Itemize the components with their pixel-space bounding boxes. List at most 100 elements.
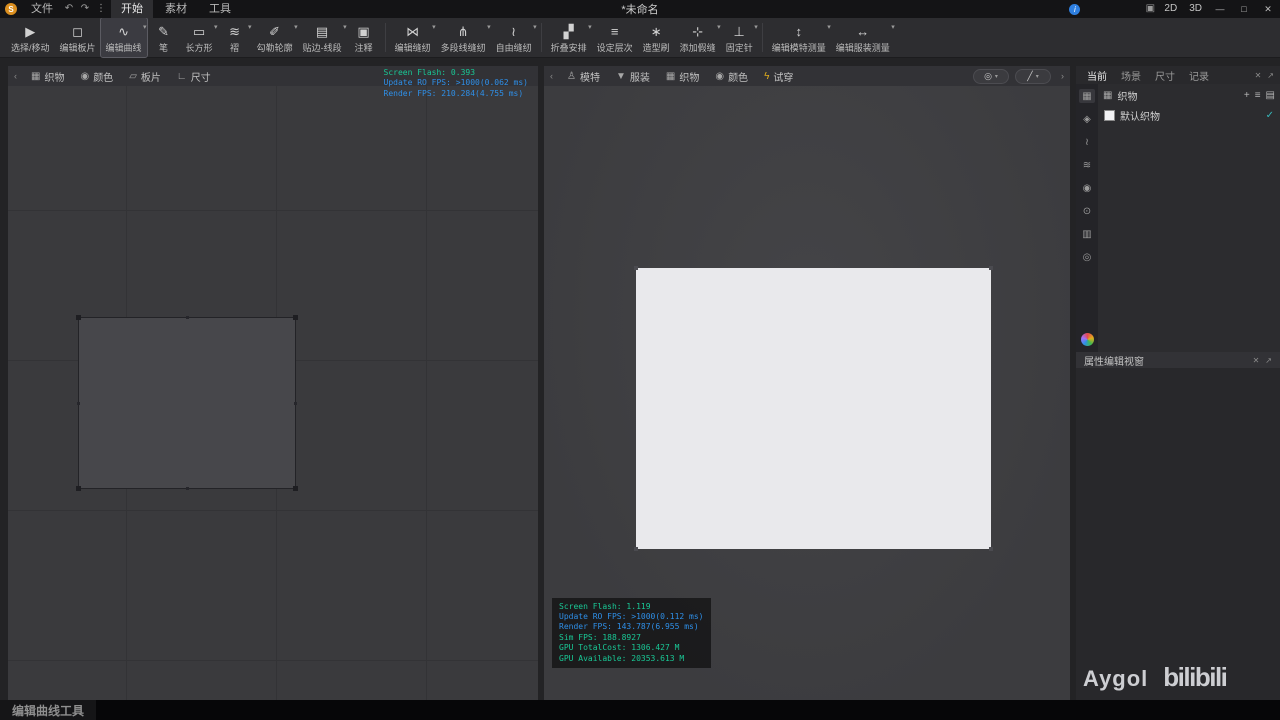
ribbon-tab-start[interactable]: 开始 bbox=[111, 0, 153, 18]
maximize-button[interactable]: □ bbox=[1232, 0, 1256, 18]
tool-pen[interactable]: ✎ 笔 bbox=[147, 18, 181, 57]
tool-edit-pattern[interactable]: ◻ 编辑板片 bbox=[55, 18, 101, 57]
tab-scene[interactable]: 场景 bbox=[1114, 68, 1148, 83]
rail-zipper-icon[interactable]: ⊙ bbox=[1079, 204, 1095, 218]
tool-label: 贴边-线段 bbox=[302, 42, 342, 53]
rail-puckering-icon[interactable]: ≋ bbox=[1079, 158, 1095, 172]
debug-stats-2d: Screen Flash: 0.393 Update RO FPS: >1000… bbox=[384, 68, 529, 99]
fabric-piece-3d[interactable] bbox=[634, 266, 993, 551]
tab-2d-color[interactable]: ◉ 颜色 bbox=[72, 66, 121, 86]
vertex-handle[interactable] bbox=[293, 315, 298, 320]
tool-label: 添加假缝 bbox=[679, 42, 716, 53]
tool-edit-sewing[interactable]: ⋈ 编辑缝纫 bbox=[390, 18, 436, 57]
active-tool-status[interactable]: 编辑曲线工具 bbox=[0, 700, 97, 720]
vertex-handle[interactable] bbox=[989, 547, 993, 551]
watermark: Aygol bilibili bbox=[1083, 662, 1228, 693]
vertex-handle[interactable] bbox=[634, 266, 638, 270]
tab-3d-tryon[interactable]: ϟ 试穿 bbox=[756, 66, 801, 86]
vertex-handle[interactable] bbox=[989, 266, 993, 270]
rail-topstitch-icon[interactable]: ≀ bbox=[1079, 135, 1095, 149]
view-orbit-button[interactable]: ◎ bbox=[973, 68, 1009, 84]
tool-rectangle[interactable]: ▭ 长方形 bbox=[181, 18, 218, 57]
rail-button-icon[interactable]: ◉ bbox=[1079, 181, 1095, 195]
tool-fold-arrange[interactable]: ▞ 折叠安排 bbox=[546, 18, 592, 57]
tab-label: 模特 bbox=[579, 72, 600, 84]
tab-2d-pattern[interactable]: ▱ 板片 bbox=[121, 66, 169, 86]
panel-float-icon[interactable]: ↗ bbox=[1267, 71, 1274, 80]
tab-current[interactable]: 当前 bbox=[1080, 68, 1114, 83]
account-info-icon[interactable]: i bbox=[1069, 3, 1081, 15]
app-logo[interactable]: S bbox=[5, 3, 17, 15]
toolbar-separator bbox=[540, 23, 542, 52]
panel-close-icon[interactable]: ✕ bbox=[1253, 356, 1260, 365]
collapse-left-icon[interactable]: ‹ bbox=[544, 71, 559, 81]
tab-size[interactable]: 尺寸 bbox=[1148, 68, 1182, 83]
ribbon-tab-tools[interactable]: 工具 bbox=[199, 0, 241, 18]
undo-icon[interactable]: ↶ bbox=[61, 0, 77, 18]
add-fabric-icon[interactable]: + bbox=[1244, 90, 1250, 101]
tool-styling-brush[interactable]: ∗ 造型刷 bbox=[638, 18, 675, 57]
collapse-right-icon[interactable]: › bbox=[1055, 71, 1070, 81]
menu-file[interactable]: 文件 bbox=[23, 0, 61, 18]
fabric-list-item[interactable]: 默认织物 ✓ bbox=[1098, 106, 1280, 125]
rail-trim-icon[interactable]: ◎ bbox=[1079, 250, 1095, 264]
view-3d-button[interactable]: 3D bbox=[1183, 0, 1208, 18]
vertex-handle[interactable] bbox=[76, 315, 81, 320]
pattern-piece[interactable] bbox=[76, 315, 298, 491]
list-view-icon[interactable]: ≡ bbox=[1255, 90, 1261, 101]
redo-icon[interactable]: ↷ bbox=[77, 0, 93, 18]
minimize-button[interactable]: — bbox=[1208, 0, 1232, 18]
view-light-button[interactable]: ╱ bbox=[1015, 68, 1051, 84]
ribbon-tab-material[interactable]: 素材 bbox=[155, 0, 197, 18]
tab-3d-avatar[interactable]: ♙ 模特 bbox=[559, 66, 608, 86]
debug-line: Update RO FPS: >1000(0.062 ms) bbox=[383, 78, 529, 88]
edge-midpoint[interactable] bbox=[77, 402, 80, 405]
tool-edit-curve[interactable]: ∿ 编辑曲线 bbox=[99, 17, 148, 58]
tab-3d-color[interactable]: ◉ 颜色 bbox=[707, 66, 756, 86]
tab-2d-size[interactable]: ∟ 尺寸 bbox=[169, 66, 219, 86]
edge-midpoint[interactable] bbox=[186, 316, 189, 319]
tab-3d-garment[interactable]: ▼ 服装 bbox=[608, 66, 658, 86]
tool-trace-outline[interactable]: ✐ 勾勒轮廓 bbox=[252, 18, 298, 57]
tool-edit-garment-measure[interactable]: ↔ 编辑服装测量 bbox=[831, 18, 895, 57]
view-2d-button[interactable]: 2D bbox=[1158, 0, 1183, 18]
styling-brush-icon: ∗ bbox=[650, 23, 662, 39]
tool-free-sewing[interactable]: ≀ 自由缝纫 bbox=[491, 18, 537, 57]
tool-tape-segment[interactable]: ▤ 贴边-线段 bbox=[298, 18, 347, 57]
tool-pin[interactable]: ⊥ 固定针 bbox=[721, 18, 758, 57]
garment-icon: ▼ bbox=[615, 70, 626, 82]
tool-polyline-sewing[interactable]: ⋔ 多段线缝纫 bbox=[436, 18, 491, 57]
tab-3d-fabric[interactable]: ▦ 织物 bbox=[658, 66, 707, 86]
tool-select-move[interactable]: ▶ 选择/移动 bbox=[6, 18, 55, 57]
set-layer-icon: ≡ bbox=[610, 23, 619, 39]
property-editor-header[interactable]: 属性编辑视窗 ✕ ↗ bbox=[1076, 352, 1280, 368]
collapse-left-icon[interactable]: ‹ bbox=[8, 71, 23, 81]
rail-fabric-icon[interactable]: ▦ bbox=[1079, 89, 1095, 103]
tool-edit-avatar-measure[interactable]: ↕ 编辑模特测量 bbox=[767, 18, 831, 57]
viewport-3d[interactable]: Screen Flash: 1.119 Update RO FPS: >1000… bbox=[544, 86, 1070, 700]
vertex-handle[interactable] bbox=[293, 486, 298, 491]
vertex-handle[interactable] bbox=[76, 486, 81, 491]
grid-view-icon[interactable]: ▤ bbox=[1266, 90, 1275, 101]
edge-midpoint[interactable] bbox=[186, 487, 189, 490]
panel-float-icon[interactable]: ↗ bbox=[1265, 356, 1272, 365]
tab-history[interactable]: 记录 bbox=[1182, 68, 1216, 83]
rail-binding-icon[interactable]: ▥ bbox=[1079, 227, 1095, 241]
panel-close-icon[interactable]: ✕ bbox=[1255, 71, 1262, 80]
tool-set-layer[interactable]: ≡ 设定层次 bbox=[592, 18, 638, 57]
rail-market-icon[interactable] bbox=[1080, 333, 1094, 346]
more-icon[interactable]: ⋮ bbox=[93, 0, 109, 18]
rail-graphic-icon[interactable]: ◈ bbox=[1079, 112, 1095, 126]
tool-add-basting[interactable]: ⊹ 添加假缝 bbox=[675, 18, 721, 57]
viewport-2d[interactable] bbox=[8, 86, 538, 700]
edge-midpoint[interactable] bbox=[294, 402, 297, 405]
close-button[interactable]: ✕ bbox=[1256, 0, 1280, 18]
vertex-handle[interactable] bbox=[634, 547, 638, 551]
property-editor-body bbox=[1076, 368, 1280, 700]
tool-annotation[interactable]: ▣ 注释 bbox=[347, 18, 381, 57]
tab-label: 尺寸 bbox=[190, 72, 211, 84]
tool-pleat[interactable]: ≋ 褶 bbox=[218, 18, 251, 57]
layout-icon[interactable]: ▣ bbox=[1142, 0, 1158, 18]
tab-2d-fabric[interactable]: ▦ 织物 bbox=[23, 66, 72, 86]
orbit-icon: ◎ bbox=[984, 70, 992, 81]
